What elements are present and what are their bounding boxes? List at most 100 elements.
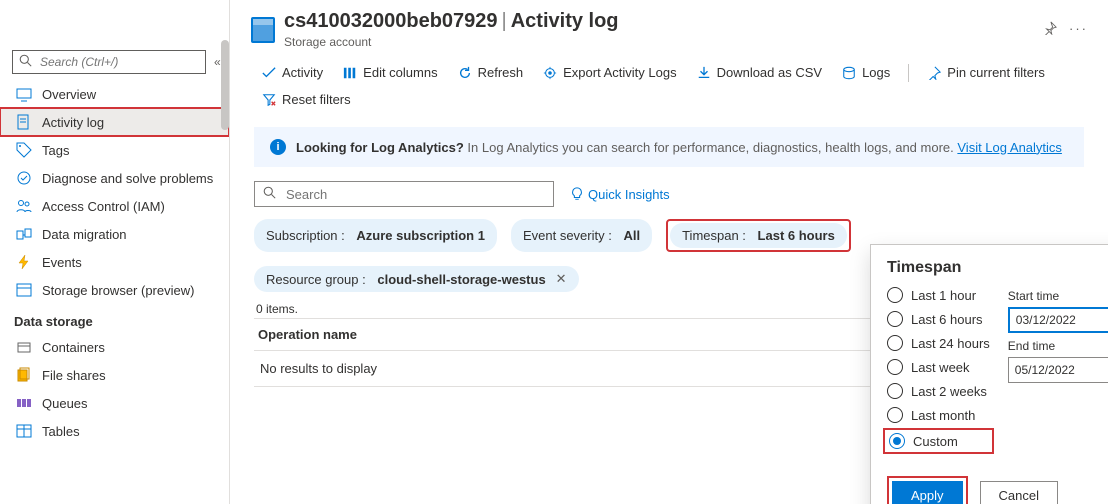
toolbar-separator — [908, 64, 909, 82]
toolbar: Activity Edit columns Refresh Export Act… — [230, 53, 1108, 121]
cancel-button[interactable]: Cancel — [980, 481, 1058, 504]
timespan-popup: Timespan Last 1 hour Last 6 hours Last 24 … — [870, 244, 1108, 504]
radio-icon — [887, 311, 903, 327]
files-icon — [16, 367, 32, 383]
info-icon: i — [270, 139, 286, 155]
start-time-label: Start time — [1008, 289, 1108, 303]
radio-icon — [887, 287, 903, 303]
collapse-sidebar-icon[interactable]: « — [214, 55, 221, 69]
sidebar-item-events[interactable]: Events — [0, 248, 229, 276]
main: cs410032000beb07929|Activity log Storage… — [230, 0, 1108, 504]
sidebar-item-containers[interactable]: Containers — [0, 333, 229, 361]
refresh-button[interactable]: Refresh — [450, 61, 532, 84]
end-date-input[interactable]: 05/12/2022 — [1008, 357, 1108, 383]
quick-insights-button[interactable]: Quick Insights — [570, 187, 670, 202]
activity-search-input[interactable] — [284, 186, 545, 203]
sidebar-search-input[interactable] — [38, 54, 199, 70]
timespan-option-last-week[interactable]: Last week — [887, 359, 990, 375]
sidebar-item-tags[interactable]: Tags — [0, 136, 229, 164]
radio-label: Custom — [913, 434, 958, 449]
container-icon — [16, 339, 32, 355]
sidebar-item-label: Storage browser (preview) — [42, 283, 194, 298]
timespan-option-custom[interactable]: Custom — [883, 428, 994, 454]
radio-icon — [887, 359, 903, 375]
search-icon — [263, 186, 276, 202]
sidebar-item-diagnose-and-solve-problems[interactable]: Diagnose and solve problems — [0, 164, 229, 192]
browser-icon — [16, 282, 32, 298]
sidebar-search[interactable] — [12, 50, 206, 74]
custom-range-fields: Start time 03/12/2022 4:07:44 AM End tim… — [1008, 287, 1108, 460]
logs-button[interactable]: Logs — [834, 61, 898, 84]
filter-pill-timespan[interactable]: Timespan : Last 6 hours — [670, 223, 847, 248]
bolt-icon — [16, 254, 32, 270]
search-icon — [19, 54, 32, 70]
radio-icon — [887, 383, 903, 399]
storage-account-icon — [250, 13, 276, 47]
sidebar-item-file-shares[interactable]: File shares — [0, 361, 229, 389]
queue-icon — [16, 395, 32, 411]
timespan-option-last-1-hour[interactable]: Last 1 hour — [887, 287, 990, 303]
timespan-option-last-24-hours[interactable]: Last 24 hours — [887, 335, 990, 351]
radio-label: Last month — [911, 408, 975, 423]
sidebar-item-activity-log[interactable]: Activity log — [0, 108, 229, 136]
pin-icon[interactable] — [1043, 21, 1057, 38]
filter-pill-subscription[interactable]: Subscription : Azure subscription 1 — [254, 219, 497, 252]
filter-pill-timespan-highlight: Timespan : Last 6 hours — [666, 219, 851, 252]
sidebar-item-label: Tables — [42, 424, 80, 439]
migration-icon — [16, 226, 32, 242]
apply-highlight: Apply — [887, 476, 968, 504]
sidebar-item-label: Tags — [42, 143, 69, 158]
sidebar-item-label: Containers — [42, 340, 105, 355]
timespan-option-last-2-weeks[interactable]: Last 2 weeks — [887, 383, 990, 399]
popup-title: Timespan — [887, 259, 1108, 277]
table-icon — [16, 423, 32, 439]
radio-icon — [887, 407, 903, 423]
sidebar-item-data-migration[interactable]: Data migration — [0, 220, 229, 248]
nav-section-data-storage: Data storage — [0, 304, 229, 333]
sidebar-item-label: Queues — [42, 396, 88, 411]
visit-log-analytics-link[interactable]: Visit Log Analytics — [957, 140, 1062, 155]
page-subtitle: Storage account — [284, 35, 1025, 49]
more-icon[interactable]: ··· — [1069, 21, 1088, 38]
radio-label: Last 24 hours — [911, 336, 990, 351]
filter-pill-resource-group[interactable]: Resource group : cloud-shell-storage-wes… — [254, 266, 579, 292]
sidebar-item-access-control-iam-[interactable]: Access Control (IAM) — [0, 192, 229, 220]
timespan-option-last-month[interactable]: Last month — [887, 407, 990, 423]
radio-label: Last 1 hour — [911, 288, 976, 303]
sidebar-item-label: Access Control (IAM) — [42, 199, 165, 214]
download-csv-button[interactable]: Download as CSV — [689, 61, 831, 84]
monitor-icon — [16, 86, 32, 102]
sidebar-item-label: File shares — [42, 368, 106, 383]
radio-icon — [887, 335, 903, 351]
reset-filters-button[interactable]: Reset filters — [254, 88, 359, 111]
apply-button[interactable]: Apply — [892, 481, 963, 504]
timespan-option-last-6-hours[interactable]: Last 6 hours — [887, 311, 990, 327]
sidebar-item-tables[interactable]: Tables — [0, 417, 229, 445]
sidebar-item-label: Diagnose and solve problems — [42, 171, 213, 186]
edit-columns-button[interactable]: Edit columns — [335, 61, 445, 84]
end-time-label: End time — [1008, 339, 1108, 353]
radio-label: Last 6 hours — [911, 312, 983, 327]
filter-pill-severity[interactable]: Event severity : All — [511, 219, 652, 252]
sidebar-item-storage-browser-preview-[interactable]: Storage browser (preview) — [0, 276, 229, 304]
activity-button[interactable]: Activity — [254, 61, 331, 84]
radio-label: Last week — [911, 360, 970, 375]
activity-search[interactable] — [254, 181, 554, 207]
timespan-options: Last 1 hour Last 6 hours Last 24 hours Last… — [887, 287, 990, 460]
info-banner: i Looking for Log Analytics? In Log Anal… — [254, 127, 1084, 167]
sidebar: « OverviewActivity log Tags Diagnose and s… — [0, 0, 230, 504]
sidebar-item-label: Data migration — [42, 227, 127, 242]
sidebar-item-queues[interactable]: Queues — [0, 389, 229, 417]
sidebar-item-overview[interactable]: Overview — [0, 80, 229, 108]
radio-label: Last 2 weeks — [911, 384, 987, 399]
log-icon — [16, 114, 32, 130]
nav-list: OverviewActivity log Tags Diagnose and sol… — [0, 80, 229, 504]
page-title: cs410032000beb07929|Activity log — [284, 10, 1025, 33]
pin-filters-button[interactable]: Pin current filters — [919, 61, 1053, 84]
export-button[interactable]: Export Activity Logs — [535, 61, 684, 84]
scrollbar-thumb[interactable] — [221, 80, 229, 130]
diagnose-icon — [16, 170, 32, 186]
start-date-input[interactable]: 03/12/2022 — [1008, 307, 1108, 333]
remove-filter-icon[interactable]: ✕ — [556, 271, 567, 287]
radio-icon — [889, 433, 905, 449]
